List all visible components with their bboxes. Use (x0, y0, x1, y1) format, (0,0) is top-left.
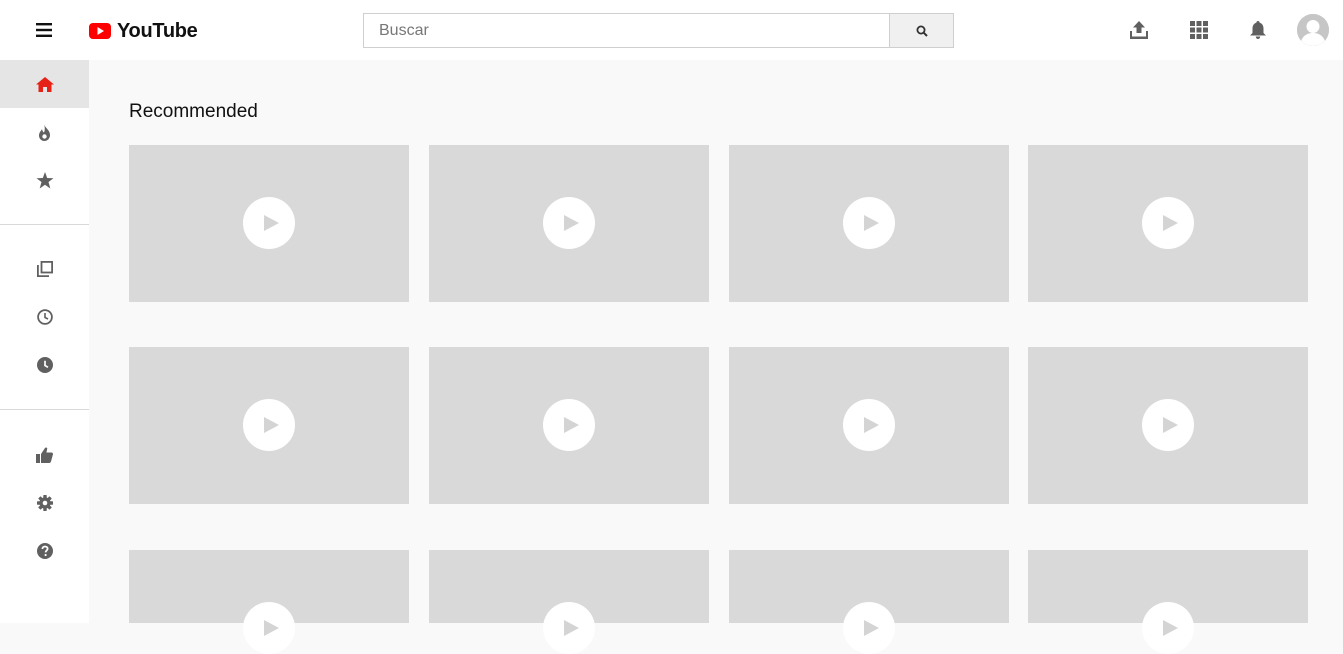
play-icon (543, 197, 595, 249)
home-icon (35, 76, 54, 92)
sidebar-item-help[interactable] (0, 527, 89, 575)
sidebar-divider (0, 409, 89, 410)
video-thumbnail[interactable] (729, 347, 1009, 504)
video-thumbnail[interactable] (729, 550, 1009, 654)
top-bar: YouTube (0, 0, 1343, 60)
play-icon (1142, 197, 1194, 249)
video-thumbnail[interactable] (1028, 550, 1308, 654)
library-icon (36, 261, 53, 277)
apps-button[interactable] (1185, 16, 1213, 44)
video-thumbnail[interactable] (129, 347, 409, 504)
sidebar-divider (0, 224, 89, 225)
fire-icon (39, 123, 50, 141)
search-input[interactable] (363, 13, 890, 48)
search-icon (916, 25, 928, 37)
upload-button[interactable] (1125, 16, 1153, 44)
avatar-icon (1297, 14, 1329, 46)
play-icon (843, 197, 895, 249)
video-thumbnail[interactable] (1028, 347, 1308, 504)
play-icon (1142, 399, 1194, 451)
video-thumbnail[interactable] (429, 145, 709, 302)
section-title: Recommended (129, 101, 258, 122)
sidebar-item-liked[interactable] (0, 431, 89, 479)
video-thumbnail[interactable] (129, 550, 409, 654)
video-thumbnail[interactable] (429, 550, 709, 654)
video-thumbnail[interactable] (729, 145, 1009, 302)
play-icon (1142, 602, 1194, 654)
youtube-logo-icon (89, 23, 111, 39)
sidebar-item-library[interactable] (0, 245, 89, 293)
menu-button[interactable] (28, 14, 60, 46)
apps-grid-icon (1190, 21, 1208, 39)
youtube-logo[interactable]: YouTube (89, 18, 198, 44)
play-icon (543, 602, 595, 654)
video-thumbnail[interactable] (1028, 145, 1308, 302)
star-icon (36, 171, 53, 188)
play-icon (243, 602, 295, 654)
play-icon (843, 602, 895, 654)
play-icon (843, 399, 895, 451)
logo-text: YouTube (117, 19, 198, 42)
play-icon (543, 399, 595, 451)
play-icon (243, 399, 295, 451)
video-thumbnail[interactable] (429, 347, 709, 504)
sidebar-item-trending[interactable] (0, 108, 89, 156)
notifications-button[interactable] (1244, 16, 1272, 44)
sidebar-item-home[interactable] (0, 60, 89, 108)
menu-icon (36, 23, 52, 37)
help-icon (36, 543, 53, 559)
sidebar (0, 60, 89, 623)
thumbs-up-icon (36, 447, 53, 463)
video-thumbnail[interactable] (129, 145, 409, 302)
play-icon (243, 197, 295, 249)
bell-icon (1250, 21, 1266, 39)
upload-icon (1130, 21, 1148, 39)
gear-icon (36, 495, 53, 511)
sidebar-item-watch-later[interactable] (0, 341, 89, 389)
sidebar-item-subscriptions[interactable] (0, 156, 89, 204)
sidebar-item-settings[interactable] (0, 479, 89, 527)
history-icon (36, 309, 53, 325)
sidebar-item-history[interactable] (0, 293, 89, 341)
avatar[interactable] (1297, 14, 1329, 46)
clock-icon (36, 357, 53, 373)
search-button[interactable] (889, 13, 954, 48)
